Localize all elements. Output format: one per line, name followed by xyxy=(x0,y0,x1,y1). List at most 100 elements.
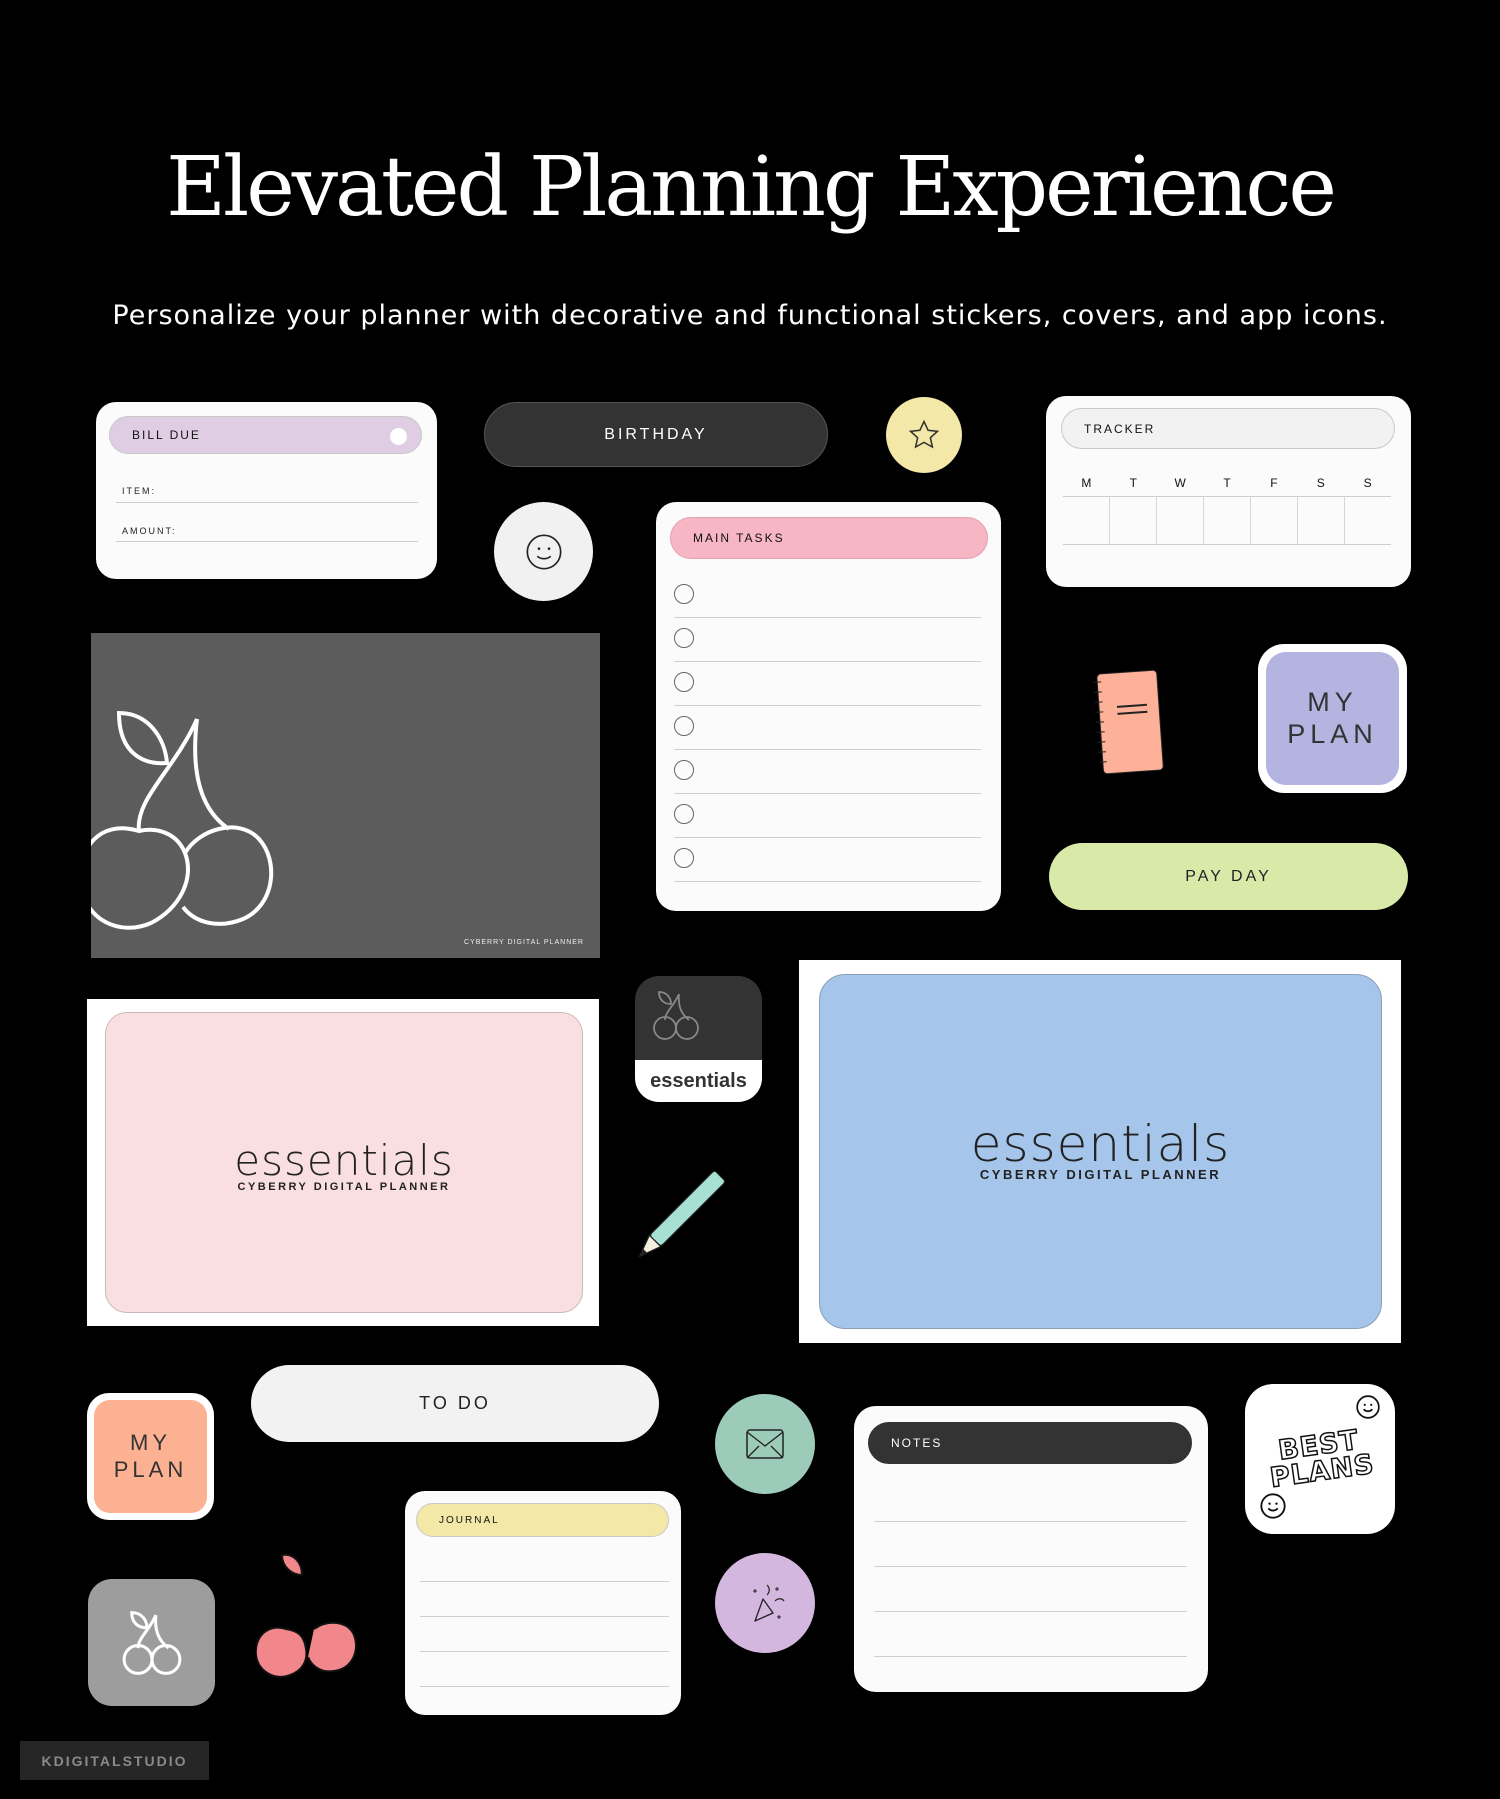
smiley-icon xyxy=(1260,1493,1286,1519)
notes-line xyxy=(874,1521,1187,1522)
tracker-grid xyxy=(1063,496,1391,544)
tracker-cell[interactable] xyxy=(1344,496,1391,544)
journal-line xyxy=(420,1616,669,1617)
cherries-icon xyxy=(254,1553,357,1678)
bill-due-title: BILL DUE xyxy=(132,428,201,442)
tracker-day-label: W xyxy=(1174,476,1186,490)
to-do-sticker[interactable]: TO DO xyxy=(251,1365,659,1442)
tracker-cell[interactable] xyxy=(1297,496,1344,544)
item-label: ITEM: xyxy=(122,486,156,496)
pink-cherries-sticker[interactable] xyxy=(254,1545,376,1680)
tracker-day-label: T xyxy=(1129,476,1137,490)
pay-day-label: PAY DAY xyxy=(1185,867,1272,885)
smiley-icon xyxy=(1356,1395,1380,1419)
notes-sticker[interactable]: NOTES xyxy=(854,1406,1208,1692)
task-checkbox[interactable] xyxy=(674,760,694,780)
my-plan-peach-line1: MY xyxy=(130,1430,171,1456)
pay-day-sticker[interactable]: PAY DAY xyxy=(1049,843,1408,910)
amount-line xyxy=(116,541,418,542)
tracker-cell[interactable] xyxy=(1109,496,1156,544)
my-plan-peach-tile: MY PLAN xyxy=(94,1400,207,1513)
star-sticker[interactable] xyxy=(886,397,962,473)
journal-line xyxy=(420,1581,669,1582)
blue-cover-panel: essentials CYBERRY DIGITAL PLANNER xyxy=(819,974,1382,1329)
task-checkbox[interactable] xyxy=(674,584,694,604)
to-do-label: TO DO xyxy=(419,1393,491,1413)
best-plans-app-icon[interactable]: BEST PLANS xyxy=(1245,1384,1395,1534)
mail-icon xyxy=(746,1429,784,1459)
pink-cover[interactable]: essentials CYBERRY DIGITAL PLANNER xyxy=(87,999,599,1326)
my-plan-line2: PLAN xyxy=(1287,718,1378,749)
pencil-sticker[interactable] xyxy=(622,1164,732,1274)
notes-line xyxy=(874,1566,1187,1567)
my-plan-app-icon-purple[interactable]: MY PLAN xyxy=(1258,644,1407,793)
blue-cover-caption: CYBERRY DIGITAL PLANNER xyxy=(979,1167,1222,1182)
my-plan-tile: MY PLAN xyxy=(1266,652,1399,785)
tracker-cell[interactable] xyxy=(1156,496,1203,544)
pink-cover-caption: CYBERRY DIGITAL PLANNER xyxy=(237,1181,451,1193)
cherry-cover-caption: CYBERRY DIGITAL PLANNER xyxy=(464,939,584,946)
tracker-day-label: S xyxy=(1363,476,1372,490)
birthday-label: BIRTHDAY xyxy=(604,425,708,443)
item-line xyxy=(116,502,418,503)
main-tasks-title: MAIN TASKS xyxy=(693,531,785,545)
smiley-icon xyxy=(526,534,561,569)
mail-sticker[interactable] xyxy=(715,1394,815,1494)
notes-line xyxy=(874,1611,1187,1612)
cherry-app-icon[interactable] xyxy=(88,1579,215,1706)
journal-line xyxy=(420,1651,669,1652)
tracker-day-label: F xyxy=(1270,476,1278,490)
blue-cover[interactable]: essentials CYBERRY DIGITAL PLANNER xyxy=(799,960,1401,1343)
tracker-bottom-line xyxy=(1063,544,1391,545)
page-subtitle: Personalize your planner with decorative… xyxy=(112,300,1388,331)
tracker-day-label: S xyxy=(1316,476,1325,490)
task-line xyxy=(674,881,981,882)
tracker-cell[interactable] xyxy=(1250,496,1297,544)
notebook-icon xyxy=(1093,669,1164,775)
tracker-day-label: T xyxy=(1223,476,1231,490)
watermark-badge: KDIGITALSTUDIO xyxy=(20,1741,209,1780)
task-checkbox[interactable] xyxy=(674,804,694,824)
task-checkbox[interactable] xyxy=(674,628,694,648)
pencil-icon xyxy=(638,1170,726,1258)
toggle-dot-icon xyxy=(390,428,407,445)
my-plan-line1: MY xyxy=(1307,687,1358,718)
task-line xyxy=(674,705,981,706)
my-plan-peach-line2: PLAN xyxy=(113,1456,188,1482)
main-tasks-sticker[interactable]: MAIN TASKS xyxy=(656,502,1001,911)
cherry-icon xyxy=(122,1610,181,1675)
main-tasks-header: MAIN TASKS xyxy=(670,517,988,559)
journal-header: JOURNAL xyxy=(416,1503,669,1537)
party-popper-icon xyxy=(753,1584,785,1622)
task-checkbox[interactable] xyxy=(674,848,694,868)
notes-header: NOTES xyxy=(868,1422,1192,1464)
party-sticker[interactable] xyxy=(715,1553,815,1653)
watermark-label: KDIGITALSTUDIO xyxy=(41,1752,188,1769)
bill-due-sticker[interactable]: BILL DUE ITEM: AMOUNT: xyxy=(96,402,437,579)
birthday-sticker[interactable]: BIRTHDAY xyxy=(484,402,828,467)
task-checkbox[interactable] xyxy=(674,672,694,692)
journal-line xyxy=(420,1686,669,1687)
essentials-app-label: essentials xyxy=(635,1060,762,1102)
task-checkbox[interactable] xyxy=(674,716,694,736)
task-line xyxy=(674,749,981,750)
tracker-cell[interactable] xyxy=(1203,496,1250,544)
tracker-days: MTWTFSS xyxy=(1063,476,1391,490)
my-plan-app-icon-peach[interactable]: MY PLAN xyxy=(87,1393,214,1520)
star-icon xyxy=(908,419,940,449)
smiley-sticker[interactable] xyxy=(494,502,593,601)
tracker-day-label: M xyxy=(1081,476,1092,490)
amount-label: AMOUNT: xyxy=(122,526,177,536)
tracker-cell[interactable] xyxy=(1063,496,1109,544)
journal-sticker[interactable]: JOURNAL xyxy=(405,1491,681,1715)
pink-cover-title: essentials xyxy=(234,1136,454,1185)
page-title: Elevated Planning Experience xyxy=(166,140,1337,235)
task-line xyxy=(674,793,981,794)
task-line xyxy=(674,837,981,838)
cherry-outline-icon xyxy=(91,710,274,930)
tracker-sticker[interactable]: TRACKER M T W T F S S xyxy=(1046,396,1411,587)
task-line xyxy=(674,661,981,662)
essentials-app-icon[interactable]: essentials xyxy=(635,976,762,1102)
cherry-cover[interactable]: CYBERRY DIGITAL PLANNER xyxy=(91,633,600,958)
notebook-sticker[interactable] xyxy=(1090,666,1170,776)
